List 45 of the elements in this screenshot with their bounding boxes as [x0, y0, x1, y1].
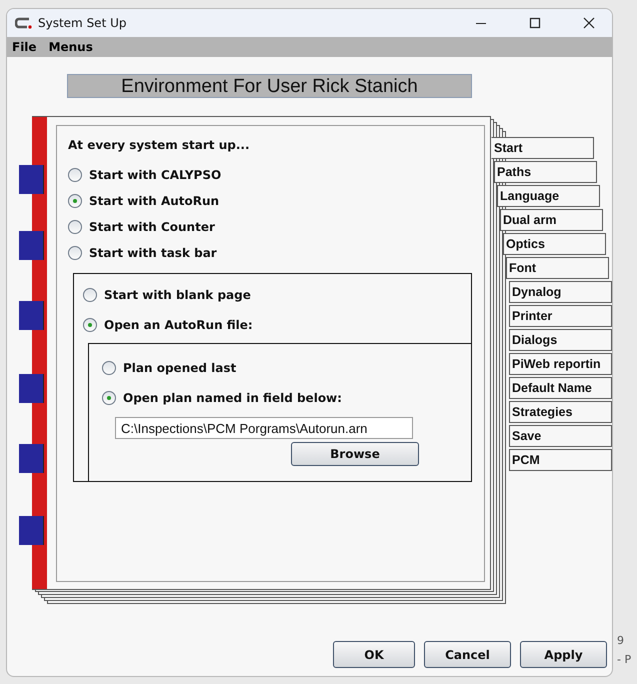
tab[interactable]: Strategies	[509, 401, 612, 423]
window-title: System Set Up	[38, 16, 126, 30]
section-heading: At every system start up...	[68, 138, 250, 154]
tab[interactable]: Dual arm	[500, 209, 603, 231]
tab[interactable]: Font	[506, 257, 609, 279]
dialog-button[interactable]: Apply	[520, 641, 607, 668]
background-text: 9	[617, 634, 625, 647]
dialog-button[interactable]: OK	[333, 641, 415, 668]
tab[interactable]: Printer	[509, 305, 612, 327]
user-environment-heading: Environment For User Rick Stanich	[67, 74, 472, 98]
tab[interactable]: Save	[509, 425, 612, 447]
radio-button[interactable]	[83, 318, 97, 332]
radio-button[interactable]	[102, 361, 116, 375]
app-icon	[15, 17, 33, 29]
path-field[interactable]: C:\Inspections\PCM Porgrams\Autorun.arn	[115, 417, 413, 439]
option-label: Start with task bar	[89, 246, 217, 260]
option-label: Open plan named in field below:	[123, 391, 342, 405]
radio-button[interactable]	[83, 288, 97, 302]
tab[interactable]: PCM	[509, 449, 612, 471]
option-label: Start with Counter	[89, 220, 215, 234]
browse-button[interactable]: Browse	[291, 442, 419, 466]
tab[interactable]: Dynalog	[509, 281, 612, 303]
menu-item[interactable]: File	[12, 40, 37, 54]
tab[interactable]: Dialogs	[509, 329, 612, 351]
option-label: Start with CALYPSO	[89, 168, 222, 182]
radio-button[interactable]	[68, 220, 82, 234]
radio-button[interactable]	[102, 391, 116, 405]
option-label: Plan opened last	[123, 361, 236, 375]
tab[interactable]: Start	[491, 137, 594, 159]
menu-item[interactable]: Menus	[48, 40, 93, 54]
tab[interactable]: Paths	[494, 161, 597, 183]
close-icon[interactable]	[583, 17, 595, 29]
tab[interactable]: PiWeb reportin	[509, 353, 612, 375]
tab[interactable]: Language	[497, 185, 600, 207]
background-text: - P	[617, 653, 632, 666]
tab[interactable]: Optics	[503, 233, 606, 255]
radio-button[interactable]	[68, 194, 82, 208]
option-label: Start with AutoRun	[89, 194, 220, 208]
tab[interactable]: Default Name	[509, 377, 612, 399]
maximize-icon[interactable]	[529, 17, 541, 29]
radio-button[interactable]	[68, 246, 82, 260]
option-label: Start with blank page	[104, 288, 251, 302]
option-label: Open an AutoRun file:	[104, 318, 253, 332]
radio-button[interactable]	[68, 168, 82, 182]
dialog-button[interactable]: Cancel	[424, 641, 511, 668]
